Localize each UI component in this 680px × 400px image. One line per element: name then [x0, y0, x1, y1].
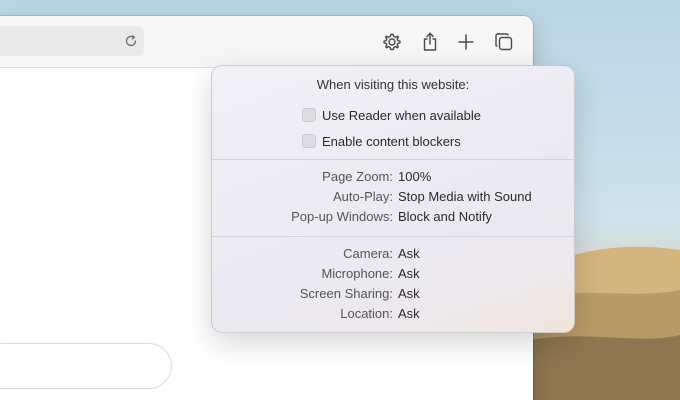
- divider: [212, 159, 574, 160]
- setting-label: Location:: [340, 306, 393, 321]
- toolbar: [0, 16, 533, 68]
- gear-icon[interactable]: [381, 31, 403, 53]
- setting-row-page-zoom[interactable]: Page Zoom: 100%: [212, 169, 574, 187]
- plus-icon[interactable]: [455, 31, 477, 53]
- setting-label: Pop-up Windows:: [291, 209, 393, 224]
- setting-value-popup[interactable]: Ask: [398, 286, 420, 301]
- popover-title: When visiting this website:: [316, 77, 470, 92]
- setting-row-auto-play[interactable]: Auto-Play: Stop Media with Sound: [212, 189, 574, 207]
- setting-value-popup[interactable]: Ask: [398, 246, 420, 261]
- reader-checkbox[interactable]: [302, 108, 316, 122]
- setting-value-popup[interactable]: Ask: [398, 306, 420, 321]
- setting-row-screen-sharing[interactable]: Screen Sharing: Ask: [212, 286, 574, 304]
- content-blockers-checkbox-row[interactable]: Enable content blockers: [302, 132, 461, 150]
- setting-value-popup[interactable]: 100%: [398, 169, 431, 184]
- setting-value-popup[interactable]: Block and Notify: [398, 209, 492, 224]
- setting-label: Page Zoom:: [322, 169, 393, 184]
- setting-row-microphone[interactable]: Microphone: Ask: [212, 266, 574, 284]
- content-blockers-checkbox[interactable]: [302, 134, 316, 148]
- website-settings-popover: When visiting this website: Use Reader w…: [211, 65, 575, 333]
- setting-label: Camera:: [343, 246, 393, 261]
- page-search-field[interactable]: [0, 343, 172, 389]
- setting-label: Microphone:: [321, 266, 393, 281]
- setting-row-popup-windows[interactable]: Pop-up Windows: Block and Notify: [212, 209, 574, 227]
- setting-value-popup[interactable]: Ask: [398, 266, 420, 281]
- setting-row-location[interactable]: Location: Ask: [212, 306, 574, 324]
- setting-row-camera[interactable]: Camera: Ask: [212, 246, 574, 264]
- reload-icon[interactable]: [124, 34, 138, 48]
- divider: [212, 236, 574, 237]
- setting-value-popup[interactable]: Stop Media with Sound: [398, 189, 532, 204]
- setting-label: Auto-Play:: [333, 189, 393, 204]
- reader-checkbox-label[interactable]: Use Reader when available: [322, 108, 481, 123]
- tabs-overview-icon[interactable]: [493, 31, 515, 53]
- address-bar[interactable]: [0, 26, 144, 56]
- share-icon[interactable]: [419, 31, 441, 53]
- reader-checkbox-row[interactable]: Use Reader when available: [302, 106, 481, 124]
- content-blockers-checkbox-label[interactable]: Enable content blockers: [322, 134, 461, 149]
- setting-label: Screen Sharing:: [299, 286, 393, 301]
